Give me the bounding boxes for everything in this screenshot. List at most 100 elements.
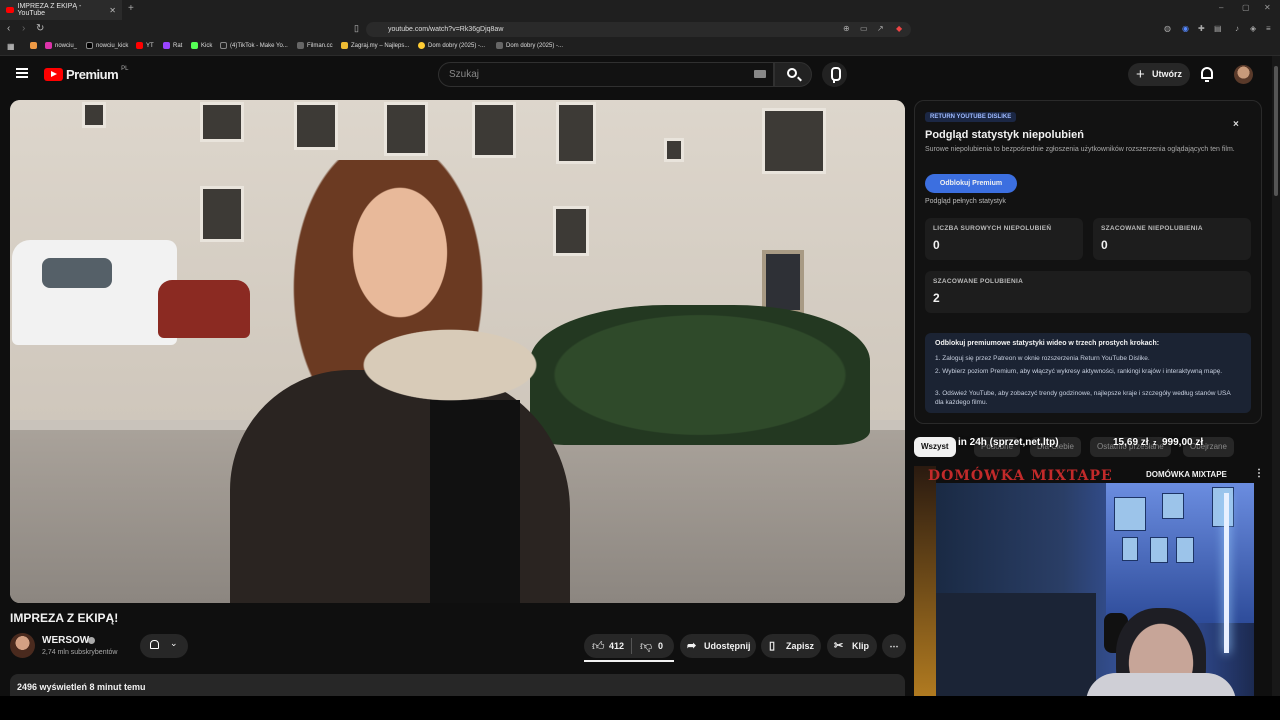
like-count[interactable]: 412 [609,634,624,658]
browser-tab-bar: IMPREZA Z EKIPĄ - YouTube ✕ + – ▢ ✕ [0,0,1280,20]
webcam-light-bar [1224,493,1229,653]
share-page-icon[interactable]: ↗ [877,24,884,33]
more-icon[interactable]: ⋮ [1254,468,1264,479]
sidebar-icon[interactable]: ▤ [1214,24,1222,33]
stream-overlay-label: in 24h (sprzet,net,ltp) [958,437,1059,448]
back-icon[interactable]: ‹ [7,23,10,34]
stream-overlay-goal: 999,00 zł [1162,437,1204,448]
keyboard-icon[interactable] [754,70,766,78]
x-icon [86,42,93,49]
forward-icon[interactable]: › [22,23,25,34]
step-item: 2. Wybierz poziom Premium, aby włączyć w… [935,368,1223,375]
reload-icon[interactable]: ↻ [36,23,44,34]
bookmark-item[interactable]: nowciu_ [45,42,77,49]
step-item: 3. Odśwież YouTube, aby zobaczyć trendy … [935,390,1231,406]
webcam-poster [1122,537,1138,561]
video-frame-window [82,102,106,128]
chevron-down-icon: ⌄ [170,638,178,648]
globe-icon [297,42,304,49]
zoom-icon[interactable]: ⊕ [843,24,850,33]
unlock-steps-box: Odblokuj premiumowe statystyki wideo w t… [925,333,1251,413]
menu-icon[interactable]: ≡ [1266,24,1271,33]
maximize-icon[interactable]: ▢ [1242,3,1250,12]
channel-name[interactable]: WERSOW [42,635,89,646]
webcam-poster [1162,493,1184,519]
verified-icon [88,637,95,644]
twitch-icon [163,42,170,49]
recommendation-title[interactable]: DOMÓWKA MIXTAPE [1146,470,1227,479]
extension-icon[interactable]: ◉ [1182,24,1189,33]
page-scrollbar[interactable] [1272,56,1280,696]
stat-estimated-likes: SZACOWANE POLUBIENIA 2 [925,271,1251,313]
recommendation-thumbnail[interactable] [914,466,936,696]
tiktok-icon [220,42,227,49]
thumbs-up-icon[interactable]: 👍︎ [592,634,605,658]
apps-icon[interactable]: ▦ [7,42,15,51]
bookmark-item[interactable] [30,42,37,49]
preview-stats-link[interactable]: Podgląd pełnych statystyk [925,198,1006,205]
webcam-poster [1150,537,1168,563]
search-input[interactable]: Szukaj [438,62,774,87]
share-button[interactable]: ➦ Udostępnij [680,634,756,658]
browser-tab[interactable]: IMPREZA Z EKIPĄ - YouTube ✕ [0,0,122,20]
bookmark-item[interactable]: YT [136,42,154,49]
thumbs-down-icon[interactable]: 👎︎ [640,634,652,658]
description-box[interactable]: 2496 wyświetleń 8 minut temu [10,674,905,696]
address-bar-row: ‹ › ↻ ▯ youtube.com/watch?v=Rk36gDjq8aw … [0,20,1280,39]
tab-close-icon[interactable]: ✕ [109,6,116,15]
wallet-icon[interactable]: ◈ [1250,24,1256,33]
stat-estimated-dislikes: SZACOWANE NIEPOLUBIENIA 0 [1093,218,1251,260]
minimize-icon[interactable]: – [1219,3,1223,12]
hamburger-menu-icon[interactable] [16,68,28,78]
stat-value: 0 [1101,238,1108,252]
puzzle-icon[interactable]: ✚ [1198,24,1205,33]
scrollbar-thumb[interactable] [1274,66,1278,196]
webcam-overlay [936,483,1254,696]
bookmark-item[interactable]: Rat [163,42,182,49]
chip-all[interactable]: Wszyst [914,437,956,457]
webcam-bed [936,593,1096,696]
screen-icon[interactable]: ▭ [860,24,868,33]
voice-search-icon[interactable] [822,62,847,87]
close-window-icon[interactable]: ✕ [1264,3,1271,12]
notifications-icon[interactable] [1201,67,1213,82]
bookmark-item[interactable]: Kick [191,42,212,49]
save-button[interactable]: ▯ Zapisz [761,634,821,658]
brave-shield-icon[interactable]: ◆ [896,24,902,33]
url-field[interactable]: youtube.com/watch?v=Rk36gDjq8aw [366,22,911,37]
bookmark-item[interactable]: Dom dobry (2025) -... [496,42,563,49]
bookmark-item[interactable]: nowciu_kick [86,42,128,49]
bookmark-item[interactable]: Filman.cc [297,42,333,49]
tab-title: IMPREZA Z EKIPĄ - YouTube [17,3,82,17]
youtube-icon [136,42,143,49]
extension-icon[interactable]: ◍ [1164,24,1171,33]
bookmark-item[interactable]: Dom dobry (2025) -... [418,42,485,49]
steps-heading: Odblokuj premiumowe statystyki wideo w t… [935,340,1160,347]
clip-button[interactable]: ✂ Klip [827,634,877,658]
notification-settings-button[interactable]: ⌄ [140,634,188,658]
stat-label: SZACOWANE POLUBIENIA [933,278,1024,285]
bookmark-icon: ▯ [769,640,776,652]
bookmark-item[interactable]: (4)TikTok - Make Yo... [220,42,288,49]
step-item: 1. Zaloguj się przez Patreon w oknie roz… [935,355,1150,362]
video-frame-window [384,102,428,156]
close-icon[interactable]: × [1233,119,1239,130]
search-button[interactable] [774,62,812,87]
bookmark-item[interactable]: Zagraj.my – Najleps... [341,42,409,49]
music-icon[interactable]: ♪ [1235,24,1239,33]
video-frame-van [12,240,177,345]
unlock-premium-button[interactable]: Odblokuj Premium [925,174,1017,193]
bookmark-favicon-icon [418,42,425,49]
more-actions-button[interactable]: ⋯ [882,634,906,658]
new-tab-button[interactable]: + [128,3,134,14]
bottom-strip [0,696,1280,720]
channel-avatar[interactable] [10,633,35,658]
youtube-premium-logo[interactable]: Premium PL [44,66,128,82]
video-player[interactable] [10,100,905,603]
account-avatar[interactable] [1234,65,1253,84]
dislike-count[interactable]: 0 [658,634,663,658]
create-button[interactable]: + Utwórz [1128,63,1190,86]
search-icon [787,68,797,78]
scissors-icon: ✂ [834,640,844,652]
bookmark-icon[interactable]: ▯ [354,23,359,34]
